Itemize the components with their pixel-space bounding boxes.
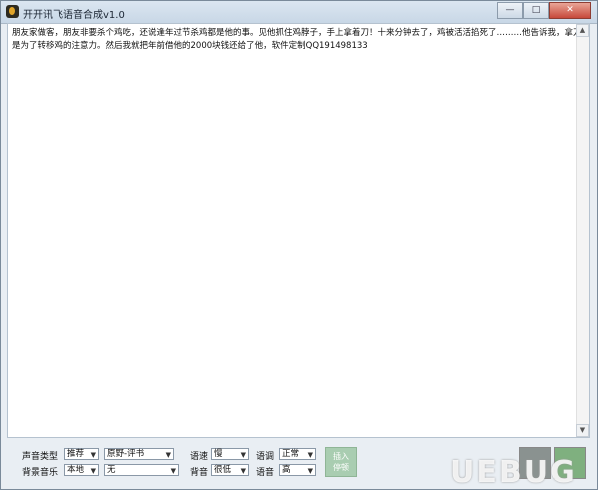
bg-music-file-value: 无	[107, 465, 116, 475]
dropdown-arrow-icon: ▼	[90, 451, 96, 459]
bg-volume-value: 很低	[214, 465, 232, 475]
voice-volume-value: 高	[282, 465, 291, 475]
text-input-area[interactable]: 朋友家做客，朋友非要杀个鸡吃，还说逢年过节杀鸡都是他的事。见他抓住鸡脖子，手上拿…	[7, 23, 590, 438]
dropdown-arrow-icon: ▼	[170, 467, 176, 475]
voice-name-select[interactable]: 原野-评书 ▼	[104, 448, 174, 460]
tone-select[interactable]: 正常 ▼	[279, 448, 316, 460]
insert-pause-button[interactable]: 插入 停顿	[325, 447, 357, 477]
maximize-button[interactable]: □	[523, 2, 549, 19]
watermark-logo: UEBUG	[450, 455, 577, 490]
dropdown-arrow-icon: ▼	[240, 467, 246, 475]
dropdown-arrow-icon: ▼	[240, 451, 246, 459]
dropdown-arrow-icon: ▼	[307, 451, 313, 459]
bg-music-value: 本地	[67, 465, 85, 475]
bg-music-file-select[interactable]: 无 ▼	[104, 464, 179, 476]
bg-volume-label: 背音	[190, 468, 209, 478]
voice-volume-label: 语音	[256, 468, 275, 478]
scroll-down-button[interactable]: ▼	[576, 424, 589, 437]
scroll-up-button[interactable]: ▲	[576, 24, 589, 37]
tone-value: 正常	[282, 449, 300, 459]
bg-volume-select[interactable]: 很低 ▼	[211, 464, 249, 476]
speed-select[interactable]: 慢 ▼	[211, 448, 249, 460]
dropdown-arrow-icon: ▼	[90, 467, 96, 475]
bg-music-select[interactable]: 本地 ▼	[64, 464, 99, 476]
speed-value: 慢	[214, 449, 223, 459]
close-button[interactable]: ✕	[549, 2, 591, 19]
window-controls: — □ ✕	[497, 2, 591, 20]
minimize-button[interactable]: —	[497, 2, 523, 19]
voice-name-value: 原野-评书	[107, 449, 145, 459]
tone-label: 语调	[256, 452, 275, 462]
voice-type-value: 推荐	[67, 449, 85, 459]
insert-pause-label: 插入 停顿	[333, 452, 349, 472]
voice-type-select[interactable]: 推荐 ▼	[64, 448, 99, 460]
window-title: 开开讯飞语音合成v1.0	[23, 10, 125, 21]
voice-type-label: 声音类型	[22, 452, 59, 462]
dropdown-arrow-icon: ▼	[307, 467, 313, 475]
speed-label: 语速	[190, 452, 209, 462]
scrollbar-track[interactable]	[576, 37, 589, 424]
app-logo-icon	[6, 5, 19, 18]
dropdown-arrow-icon: ▼	[165, 451, 171, 459]
bg-music-label: 背景音乐	[22, 468, 59, 478]
app-window: 开开讯飞语音合成v1.0 — □ ✕ 朋友家做客，朋友非要杀个鸡吃，还说逢年过节…	[0, 0, 598, 490]
text-content: 朋友家做客，朋友非要杀个鸡吃，还说逢年过节杀鸡都是他的事。见他抓住鸡脖子，手上拿…	[12, 28, 582, 51]
voice-volume-select[interactable]: 高 ▼	[279, 464, 316, 476]
title-bar: 开开讯飞语音合成v1.0 — □ ✕	[1, 1, 597, 24]
